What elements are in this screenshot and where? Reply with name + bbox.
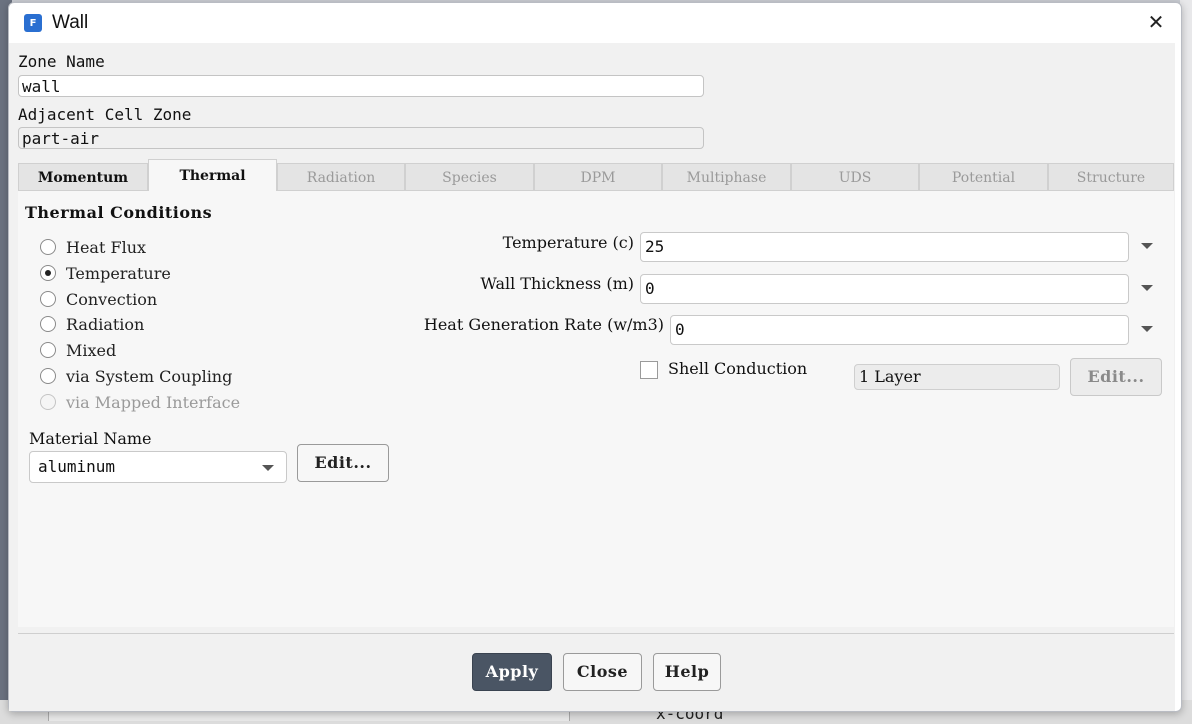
apply-button[interactable]: Apply (472, 653, 552, 691)
wall-thickness-input[interactable]: 0 (640, 274, 1129, 304)
window-title: Wall (52, 12, 89, 33)
radio-label: Temperature (66, 263, 171, 283)
radio-radiation[interactable]: Radiation (40, 314, 144, 334)
tab-dpm[interactable]: DPM (534, 163, 662, 191)
tab-radiation[interactable]: Radiation (277, 163, 405, 191)
radio-button-checked-icon (40, 265, 56, 281)
tab-bar: Momentum Thermal Radiation Species DPM M… (18, 159, 1174, 192)
dialog-content: Zone Name wall Adjacent Cell Zone part-a… (9, 43, 1175, 711)
fluent-app-icon: F (24, 14, 42, 32)
radio-button-icon (40, 342, 56, 358)
radio-button-icon (40, 239, 56, 255)
radio-label: Heat Flux (66, 237, 147, 257)
heat-generation-rate-label: Heat Generation Rate (w/m3) (423, 315, 664, 334)
material-name-label: Material Name (29, 429, 152, 448)
shell-edit-button: Edit... (1070, 358, 1162, 396)
close-button[interactable]: Close (563, 653, 642, 691)
adjacent-cell-zone-field: part-air (18, 127, 704, 149)
tab-momentum[interactable]: Momentum (18, 163, 148, 191)
heat-generation-dropdown-icon[interactable] (1141, 326, 1153, 332)
tab-structure[interactable]: Structure (1048, 163, 1174, 191)
material-name-value: aluminum (38, 457, 116, 476)
wall-dialog: F Wall ✕ Zone Name wall Adjacent Cell Zo… (8, 2, 1182, 712)
radio-label: Radiation (66, 314, 145, 334)
tab-species[interactable]: Species (405, 163, 534, 191)
radio-convection[interactable]: Convection (40, 289, 157, 309)
adjacent-cell-zone-label: Adjacent Cell Zone (18, 105, 192, 124)
radio-temperature[interactable]: Temperature (40, 263, 171, 283)
wall-thickness-label: Wall Thickness (m) (480, 274, 634, 293)
radio-mapped-interface: via Mapped Interface (40, 392, 240, 412)
radio-system-coupling[interactable]: via System Coupling (40, 366, 232, 386)
shell-conduction-label: Shell Conduction (668, 359, 808, 378)
close-window-button[interactable]: ✕ (1143, 9, 1169, 35)
radio-label: via Mapped Interface (66, 392, 241, 412)
radio-label: Convection (66, 289, 158, 309)
shell-conduction-checkbox[interactable] (640, 361, 658, 379)
tab-thermal[interactable]: Thermal (148, 159, 277, 192)
zone-name-label: Zone Name (18, 52, 105, 71)
chevron-down-icon (262, 465, 274, 471)
title-bar: F Wall ✕ (9, 3, 1181, 43)
radio-button-icon (40, 316, 56, 332)
heat-generation-rate-input[interactable]: 0 (670, 315, 1129, 345)
temperature-input[interactable]: 25 (640, 232, 1129, 262)
divider (18, 633, 1174, 634)
radio-label: via System Coupling (66, 366, 233, 386)
tab-multiphase[interactable]: Multiphase (662, 163, 791, 191)
tab-potential[interactable]: Potential (919, 163, 1048, 191)
radio-button-disabled-icon (40, 394, 56, 410)
wall-thickness-dropdown-icon[interactable] (1141, 285, 1153, 291)
zone-name-input[interactable]: wall (18, 75, 704, 97)
temperature-profile-dropdown-icon[interactable] (1141, 243, 1153, 249)
radio-heat-flux[interactable]: Heat Flux (40, 237, 146, 257)
shell-layers-field: 1 Layer (854, 364, 1060, 390)
thermal-panel: Thermal Conditions Heat Flux Temperature… (18, 191, 1174, 627)
material-edit-button[interactable]: Edit... (297, 444, 389, 482)
radio-button-icon (40, 368, 56, 384)
radio-button-icon (40, 291, 56, 307)
help-button[interactable]: Help (653, 653, 721, 691)
material-name-select[interactable]: aluminum (29, 451, 287, 483)
tab-uds[interactable]: UDS (791, 163, 919, 191)
thermal-conditions-title: Thermal Conditions (25, 203, 213, 222)
radio-mixed[interactable]: Mixed (40, 340, 116, 360)
temperature-label: Temperature (c) (502, 233, 634, 252)
radio-label: Mixed (66, 340, 117, 360)
